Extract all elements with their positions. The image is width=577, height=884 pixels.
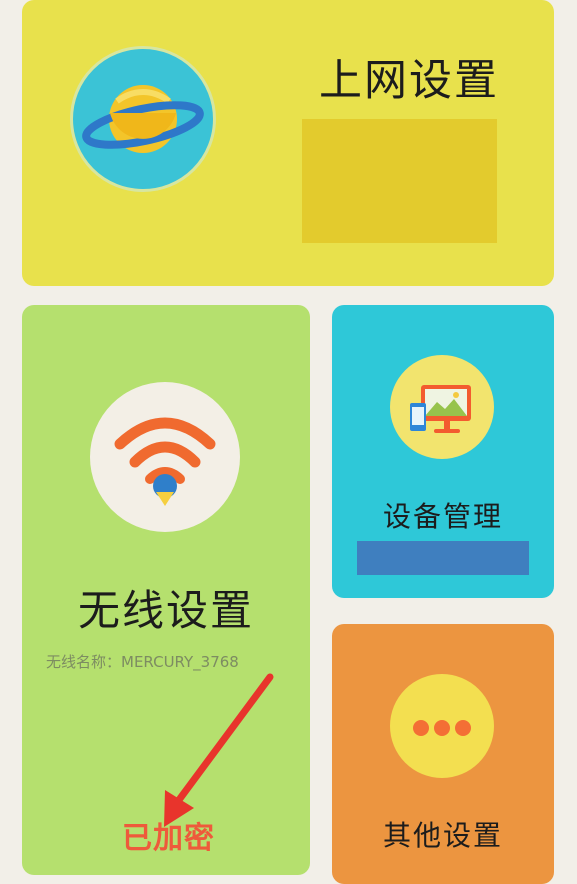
redacted-block	[302, 119, 497, 243]
devices-icon	[390, 355, 494, 459]
more-icon	[390, 674, 494, 778]
device-management-tile[interactable]: 设备管理	[332, 305, 554, 598]
encryption-status: 已加密	[122, 821, 215, 856]
wireless-settings-tile[interactable]: 无线设置 无线名称：MERCURY_3768 已加密	[22, 305, 310, 875]
internet-settings-tile[interactable]: 上网设置	[22, 0, 554, 286]
wireless-ssid-label: 无线名称：MERCURY_3768	[46, 653, 239, 671]
redacted-block	[357, 541, 529, 575]
planet-icon	[70, 46, 216, 192]
other-settings-title: 其他设置	[382, 819, 503, 852]
other-settings-tile[interactable]: 其他设置	[332, 624, 554, 884]
wireless-settings-title: 无线设置	[78, 586, 255, 635]
internet-settings-title: 上网设置	[319, 56, 499, 106]
wifi-icon	[90, 382, 240, 532]
device-management-title: 设备管理	[382, 500, 503, 533]
